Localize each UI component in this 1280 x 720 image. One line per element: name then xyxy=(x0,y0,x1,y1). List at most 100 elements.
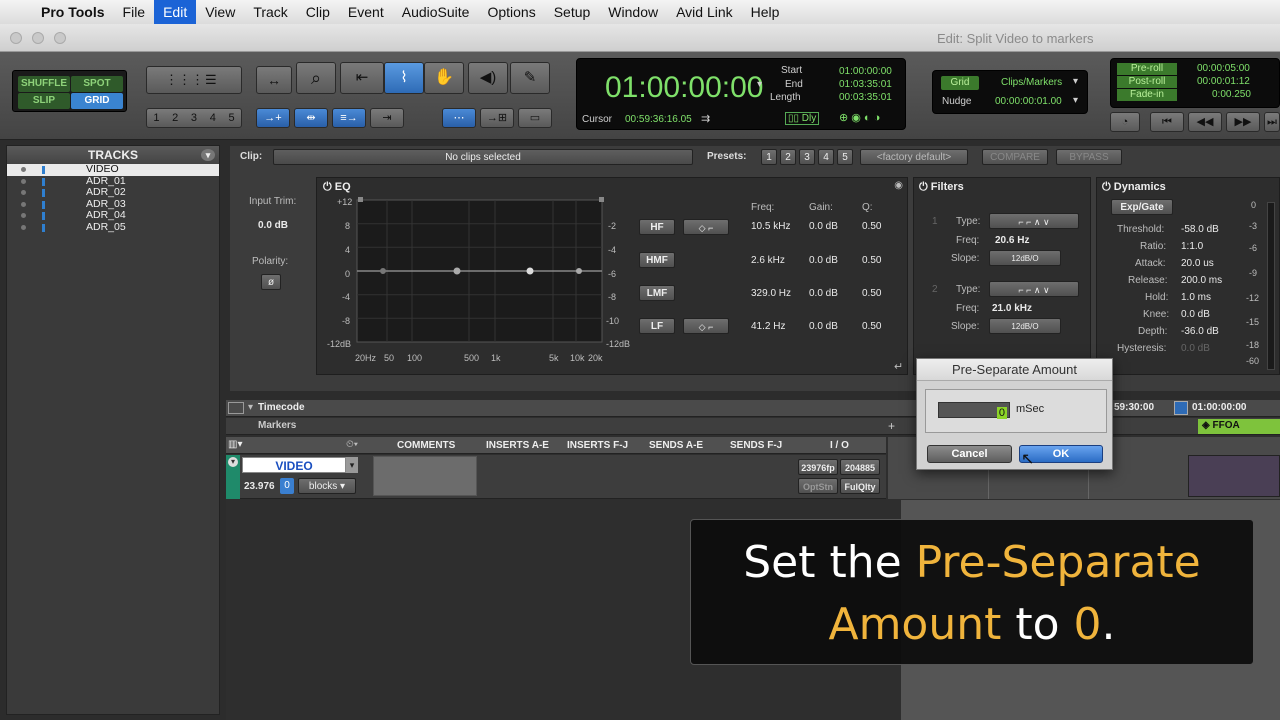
grid-dropdown-icon[interactable]: ▾ xyxy=(1073,76,1078,87)
track-options-icon[interactable]: ▾ xyxy=(228,457,238,467)
rewind-button[interactable]: ◀◀ xyxy=(1188,112,1222,132)
pre-separate-amount-input[interactable]: 0 xyxy=(938,402,1010,419)
zoom-controls[interactable]: ⋮⋮⋮ ☰ xyxy=(146,66,242,94)
ruler-menu-icon[interactable] xyxy=(228,402,244,414)
zoomer-expand-tool[interactable]: ↔ xyxy=(256,66,292,94)
eq-band-hmf-button[interactable]: HMF xyxy=(639,252,675,268)
tracks-menu-icon[interactable]: ▾ xyxy=(201,149,215,161)
menu-edit[interactable]: Edit xyxy=(154,0,197,24)
eq-band-gain[interactable]: 0.0 dB xyxy=(809,255,838,266)
nudge-value[interactable]: 00:00:00:01.00 xyxy=(995,96,1062,107)
track-name-dropdown-icon[interactable]: ▾ xyxy=(346,457,358,473)
power-icon[interactable]: ⏻ xyxy=(1102,181,1111,193)
dynamics-mode-button[interactable]: Exp/Gate xyxy=(1111,199,1173,215)
counter-dropdown-icon[interactable]: ▾ xyxy=(757,79,762,90)
eq-band-freq[interactable]: 10.5 kHz xyxy=(751,221,790,232)
insertion-follows-button[interactable]: →⊞ xyxy=(480,108,514,128)
eq-band-q[interactable]: 0.50 xyxy=(862,288,881,299)
trim-tool[interactable]: ⇤ xyxy=(340,62,384,94)
tab-to-transients-button[interactable]: →+ xyxy=(256,108,290,128)
eq-band-hf-button[interactable]: HF xyxy=(639,219,675,235)
postroll-value[interactable]: 00:00:01:12 xyxy=(1197,76,1250,87)
attack-value[interactable]: 20.0 us xyxy=(1181,258,1214,269)
markers-ruler[interactable]: Markers + ◈ FFOA xyxy=(226,418,1280,435)
eq-band-lf-button[interactable]: LF xyxy=(639,318,675,334)
preset-4[interactable]: 4 xyxy=(818,149,834,165)
release-value[interactable]: 200.0 ms xyxy=(1181,275,1222,286)
eq-band-q[interactable]: 0.50 xyxy=(862,221,881,232)
depth-value[interactable]: -36.0 dB xyxy=(1181,326,1219,337)
video-track-name[interactable]: VIDEO xyxy=(242,457,346,473)
start-value[interactable]: 01:00:00:00 xyxy=(839,66,892,77)
ratio-value[interactable]: 1:1.0 xyxy=(1181,241,1203,252)
zoom-preset-5[interactable]: 5 xyxy=(229,112,235,124)
cancel-button[interactable]: Cancel xyxy=(927,445,1012,463)
video-codec-button[interactable]: 204885 xyxy=(840,459,880,475)
fadein-label[interactable]: Fade-in xyxy=(1117,89,1177,101)
compare-button[interactable]: COMPARE xyxy=(982,149,1048,165)
pencil-tool[interactable]: ✎ xyxy=(510,62,550,94)
eq-band-freq[interactable]: 41.2 Hz xyxy=(751,321,785,332)
polarity-button[interactable]: ø xyxy=(261,274,281,290)
grabber-tool[interactable]: ✋ xyxy=(424,62,464,94)
link-timeline-button[interactable]: ⇹ xyxy=(294,108,328,128)
ffoa-marker[interactable]: ◈ FFOA xyxy=(1198,419,1280,434)
eq-band-freq[interactable]: 329.0 Hz xyxy=(751,288,791,299)
zoomer-tool[interactable]: ⌕ xyxy=(296,62,336,94)
slip-mode-button[interactable]: SLIP xyxy=(18,93,70,109)
eq-band-gain[interactable]: 0.0 dB xyxy=(809,288,838,299)
track-show-dot[interactable] xyxy=(21,167,26,172)
threshold-value[interactable]: -58.0 dB xyxy=(1181,224,1219,235)
track-list-item[interactable]: ADR_02 xyxy=(7,186,219,199)
eq-band-freq[interactable]: 2.6 kHz xyxy=(751,255,785,266)
factory-preset-menu[interactable]: <factory default> xyxy=(860,149,968,165)
eq-graph[interactable] xyxy=(317,194,647,376)
track-show-dot[interactable] xyxy=(21,201,26,207)
timecode-ruler[interactable]: ▾ Timecode 59:30:00 01:00:00:00 xyxy=(226,400,1280,417)
filter-1-freq[interactable]: 20.6 Hz xyxy=(995,235,1029,246)
menu-track[interactable]: Track xyxy=(244,0,296,24)
menu-setup[interactable]: Setup xyxy=(545,0,600,24)
menu-view[interactable]: View xyxy=(196,0,244,24)
selector-tool[interactable]: ⌇ xyxy=(384,62,424,94)
video-optstn-button[interactable]: OptStn xyxy=(798,478,838,494)
preset-1[interactable]: 1 xyxy=(761,149,777,165)
scrubber-tool[interactable]: ◀) xyxy=(468,62,508,94)
eq-collapse-icon[interactable]: ◉ xyxy=(894,180,903,191)
go-to-end-button[interactable]: ⏭ xyxy=(1264,112,1280,132)
menu-options[interactable]: Options xyxy=(478,0,544,24)
track-list-item[interactable]: ADR_04 xyxy=(7,209,219,222)
menu-window[interactable]: Window xyxy=(599,0,667,24)
zoom-preset-3[interactable]: 3 xyxy=(191,112,197,124)
postroll-label[interactable]: Post-roll xyxy=(1117,76,1177,88)
grid-mode-button[interactable]: GRID xyxy=(71,93,123,109)
filter-2-slope[interactable]: 12dB/O xyxy=(989,318,1061,334)
zoom-preset-1[interactable]: 1 xyxy=(153,112,159,124)
zoom-preset-4[interactable]: 4 xyxy=(210,112,216,124)
video-format-button[interactable]: 23976fp xyxy=(798,459,838,475)
menu-avid-link[interactable]: Avid Link xyxy=(667,0,742,24)
playhead-marker-icon[interactable] xyxy=(1174,401,1188,415)
eq-band-q[interactable]: 0.50 xyxy=(862,321,881,332)
track-show-dot[interactable] xyxy=(21,224,26,230)
bypass-button[interactable]: BYPASS xyxy=(1056,149,1122,165)
preset-5[interactable]: 5 xyxy=(837,149,853,165)
grid-label[interactable]: Grid xyxy=(941,76,979,90)
zoom-preset-2[interactable]: 2 xyxy=(172,112,178,124)
grid-value[interactable]: Clips/Markers xyxy=(1001,77,1062,88)
main-counter-value[interactable]: 01:00:00:00 xyxy=(605,71,763,105)
shuffle-mode-button[interactable]: SHUFFLE xyxy=(18,76,70,92)
hold-value[interactable]: 1.0 ms xyxy=(1181,292,1211,303)
track-show-dot[interactable] xyxy=(21,178,26,184)
track-view-menu-icon[interactable]: ▥▾ xyxy=(228,439,242,450)
dly-indicator[interactable]: ▯▯ Dly xyxy=(785,112,820,125)
return-to-zero-button[interactable]: ⏮ xyxy=(1150,112,1184,132)
comments-field[interactable] xyxy=(373,456,477,496)
eq-band-lmf-button[interactable]: LMF xyxy=(639,285,675,301)
track-list-item[interactable]: ADR_05 xyxy=(7,221,219,234)
track-list-item[interactable]: VIDEO xyxy=(7,163,219,176)
menu-help[interactable]: Help xyxy=(742,0,789,24)
clip-name-field[interactable]: No clips selected xyxy=(273,149,693,165)
length-value[interactable]: 00:03:35:01 xyxy=(839,92,892,103)
panel-expand-icon[interactable]: ↵ xyxy=(894,360,903,373)
